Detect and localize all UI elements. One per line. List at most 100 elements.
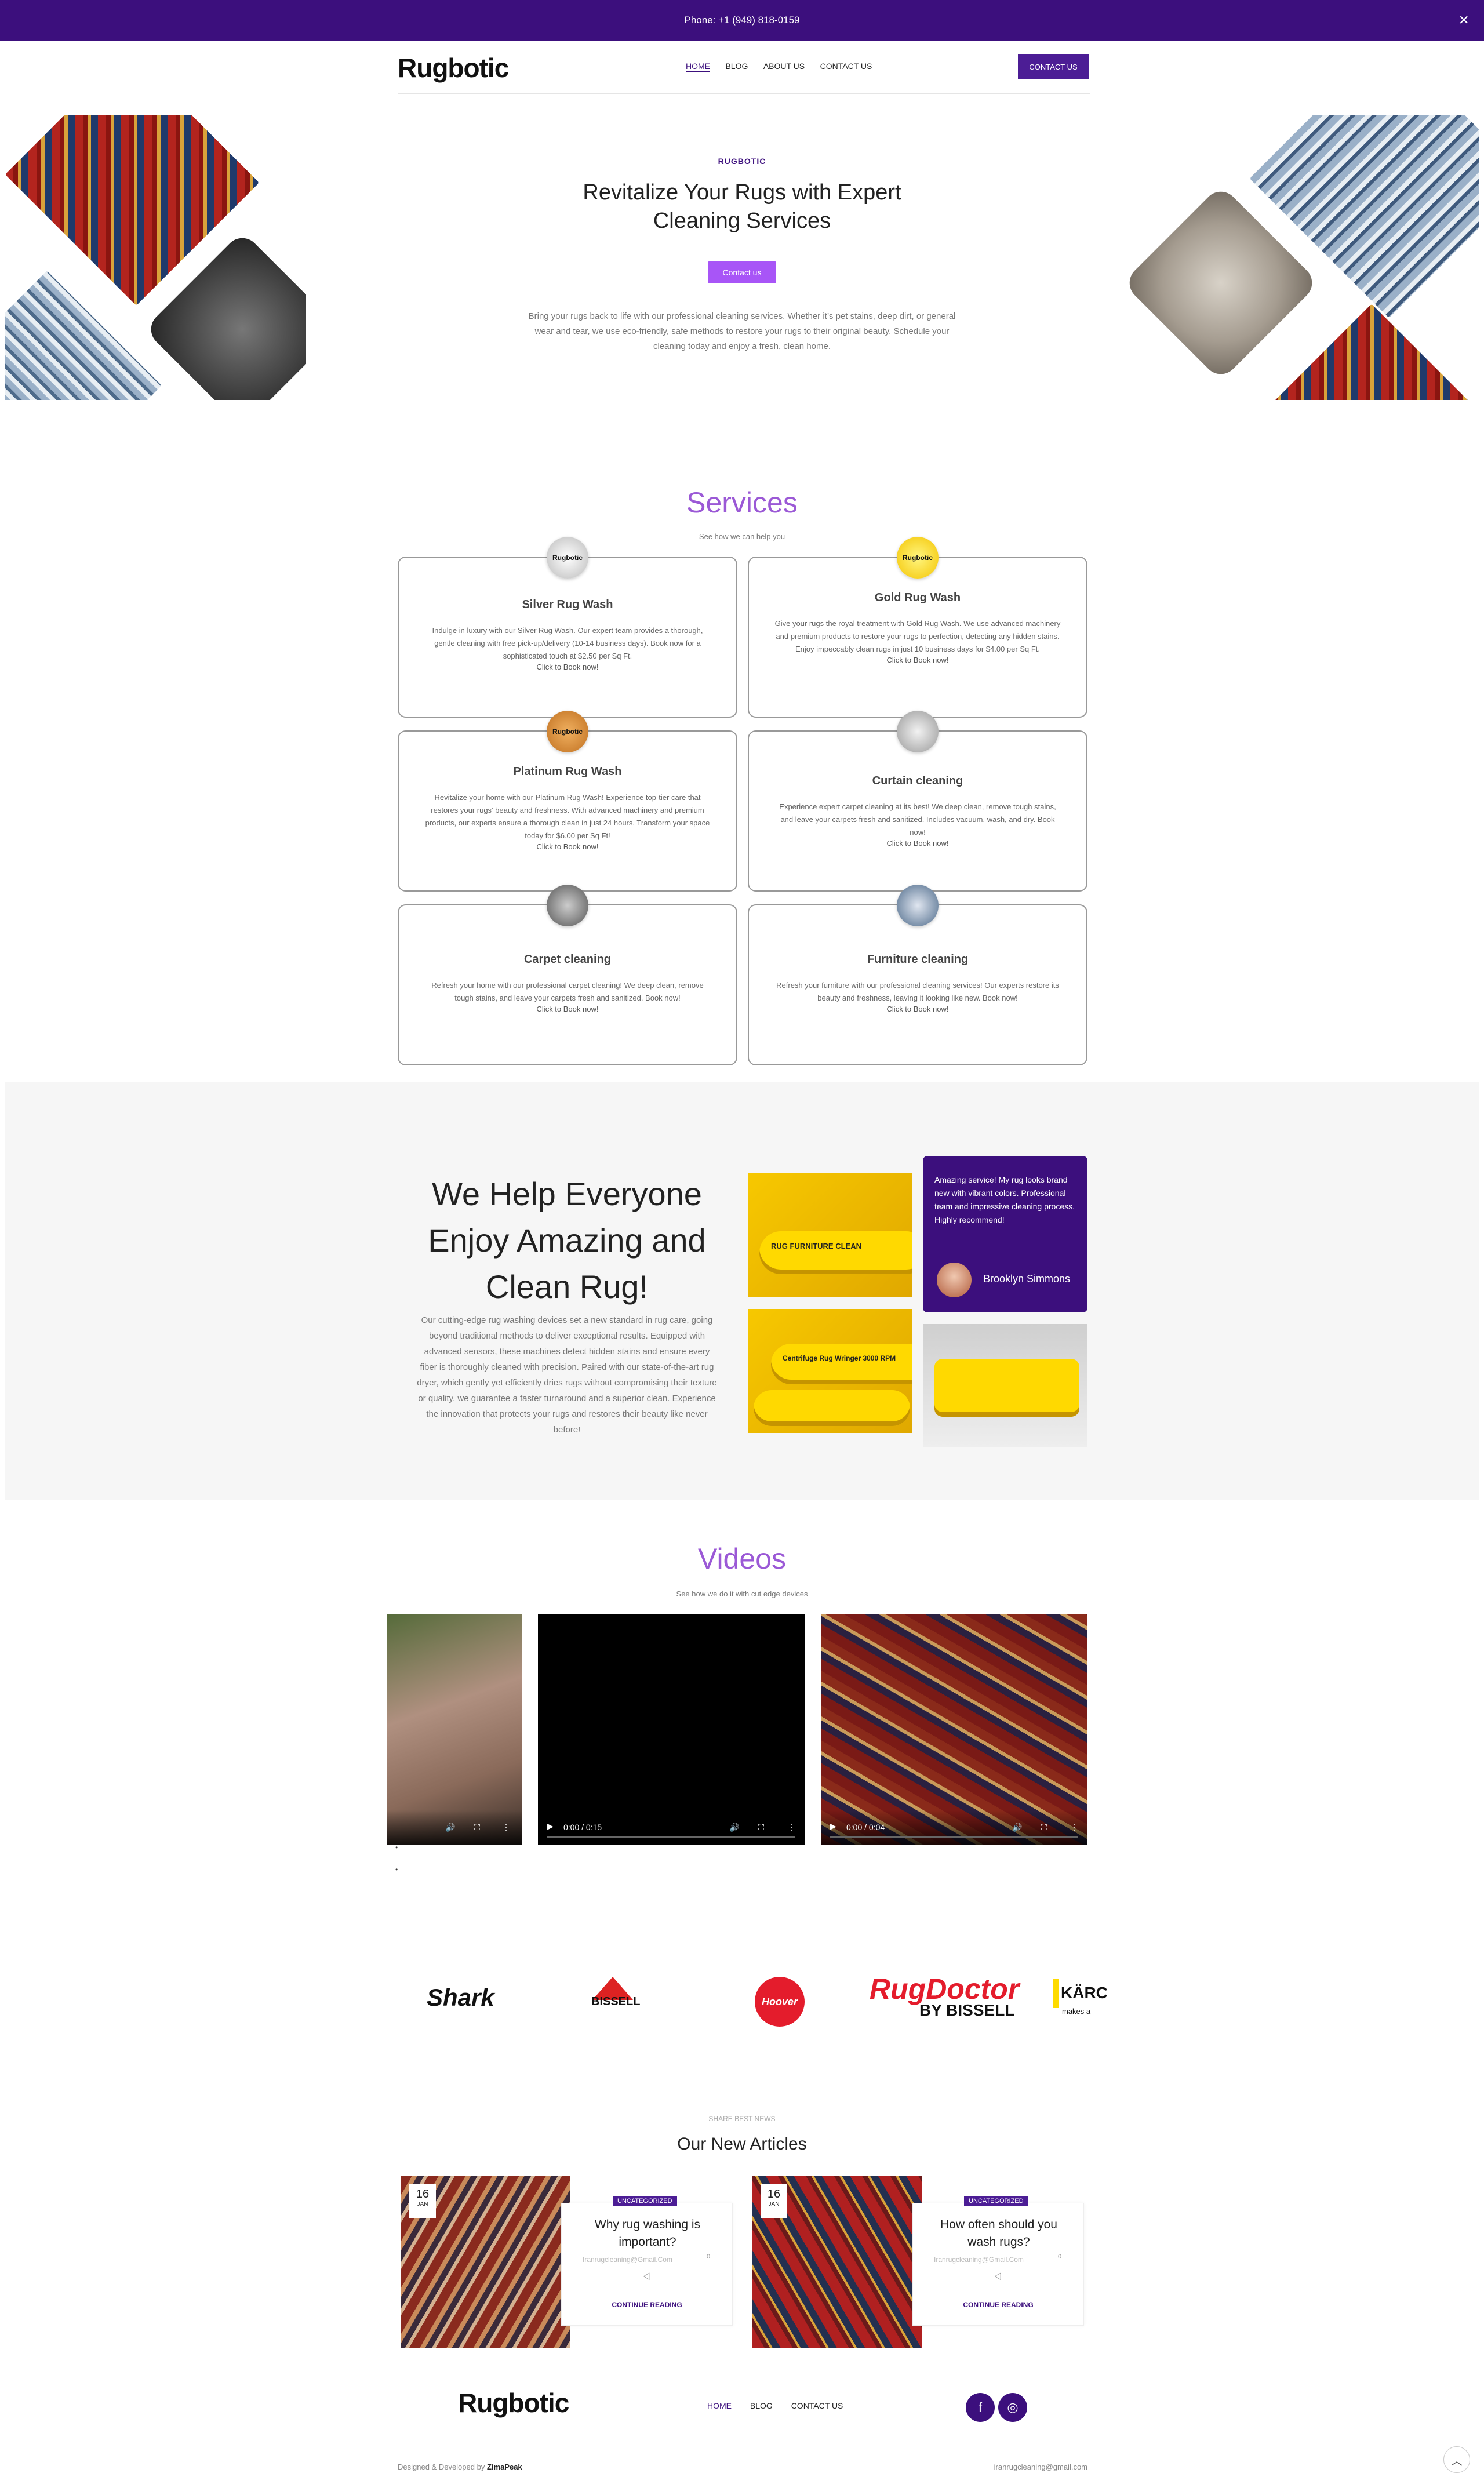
hero-contact-button[interactable]: Contact us <box>708 261 776 283</box>
play-icon[interactable]: ▶ <box>547 1821 554 1831</box>
footer-logo[interactable]: Rugbotic <box>458 2387 569 2418</box>
slider-dot[interactable]: • <box>395 1843 398 1852</box>
hero-rugs-left <box>5 115 306 400</box>
book-link[interactable]: Click to Book now! <box>749 839 1086 848</box>
karcher-text: KÄRC <box>1061 1984 1108 2002</box>
close-icon[interactable]: × <box>1458 10 1469 30</box>
silver-badge-icon: Rugbotic <box>547 537 588 579</box>
nav-contact[interactable]: CONTACT US <box>820 61 872 71</box>
testimonial-quote: Amazing service! My rug looks brand new … <box>934 1175 1075 1224</box>
karcher-tagline: makes a <box>1062 2007 1091 2016</box>
services-title: Services <box>686 486 798 519</box>
shark-logo: Shark <box>427 1984 494 2011</box>
book-link[interactable]: Click to Book now! <box>399 842 736 851</box>
share-icon[interactable]: ⩤ <box>994 2272 1002 2282</box>
videos-title: Videos <box>698 1543 786 1575</box>
service-desc: Refresh your furniture with our professi… <box>776 981 1059 1002</box>
service-card-silver[interactable]: Rugbotic Silver Rug Wash Indulge in luxu… <box>398 537 737 718</box>
slider-dot[interactable]: • <box>395 1865 398 1874</box>
bissell-sub-logo: BY BISSELL <box>919 2001 1015 2019</box>
nav-blog[interactable]: BLOG <box>725 61 748 71</box>
article-author[interactable]: Iranrugcleaning@Gmail.Com <box>583 2256 672 2264</box>
articles-title: Our New Articles <box>677 2134 807 2154</box>
video-progress[interactable] <box>830 1836 1078 1838</box>
article-title[interactable]: Why rug washing is important? <box>585 2216 710 2251</box>
share-icon[interactable]: ⩤ <box>643 2272 650 2282</box>
article-author[interactable]: Iranrugcleaning@Gmail.Com <box>934 2256 1024 2264</box>
machine-photo-2: Centrifuge Rug Wringer 3000 RPM <box>748 1309 912 1433</box>
fullscreen-icon[interactable]: ⛶ <box>758 1823 764 1832</box>
service-card-curtain[interactable]: Curtain cleaning Experience expert carpe… <box>748 711 1087 892</box>
date-day: 16 <box>767 2188 781 2201</box>
service-card-platinum[interactable]: Rugbotic Platinum Rug Wash Revitalize yo… <box>398 711 737 892</box>
bissell-logo: BISSELL <box>591 1995 641 2008</box>
carpet-cleaning-icon <box>547 885 588 926</box>
video-player-2[interactable]: ▶ 0:00 / 0:15 🔊 ⛶ ⋮ <box>538 1614 805 1845</box>
video-player-1[interactable]: 🔊 ⛶ ⋮ <box>387 1614 522 1845</box>
video-controls: 🔊 ⛶ ⋮ <box>387 1810 522 1845</box>
service-card-gold[interactable]: Rugbotic Gold Rug Wash Give your rugs th… <box>748 537 1087 718</box>
phone-text[interactable]: Phone: +1 (949) 818-0159 <box>685 14 800 26</box>
credit-name[interactable]: ZimaPeak <box>487 2463 522 2471</box>
more-icon[interactable]: ⋮ <box>787 1823 795 1832</box>
footer-nav-home[interactable]: HOME <box>707 2401 732 2410</box>
contact-us-button[interactable]: CONTACT US <box>1018 54 1089 79</box>
article-title[interactable]: How often should you wash rugs? <box>936 2216 1061 2251</box>
article-date: 16 JAN <box>761 2184 787 2218</box>
date-day: 16 <box>416 2188 430 2201</box>
nav-home[interactable]: HOME <box>686 61 710 72</box>
curtain-cleaning-icon <box>897 711 939 752</box>
machine-sub-label: Centrifuge Rug Wringer 3000 RPM <box>783 1354 896 1362</box>
footer-nav-contact[interactable]: CONTACT US <box>791 2401 843 2410</box>
book-link[interactable]: Click to Book now! <box>749 1005 1086 1013</box>
article-image-1[interactable]: 16 JAN <box>401 2176 570 2348</box>
article-tag[interactable]: UNCATEGORIZED <box>964 2196 1028 2206</box>
scroll-top-icon[interactable]: ︿ <box>1443 2446 1470 2473</box>
facebook-icon[interactable]: f <box>966 2393 995 2422</box>
video-progress[interactable] <box>547 1836 795 1838</box>
more-icon[interactable]: ⋮ <box>502 1823 510 1832</box>
machine-body <box>934 1359 1079 1417</box>
service-card-carpet[interactable]: Carpet cleaning Refresh your home with o… <box>398 885 737 1065</box>
nav-about[interactable]: ABOUT US <box>763 61 805 71</box>
logo[interactable]: Rugbotic <box>398 52 509 83</box>
testimonial-card: Amazing service! My rug looks brand new … <box>923 1156 1087 1312</box>
article-date: 16 JAN <box>409 2184 436 2218</box>
continue-reading-link[interactable]: CONTINUE READING <box>562 2301 732 2309</box>
service-title: Platinum Rug Wash <box>513 765 622 778</box>
service-card-furniture[interactable]: Furniture cleaning Refresh your furnitur… <box>748 885 1087 1065</box>
comments-icon[interactable]: 0 <box>707 2253 710 2260</box>
hero-title: Revitalize Your Rugs with Expert Cleanin… <box>583 180 901 234</box>
article-tag[interactable]: UNCATEGORIZED <box>613 2196 677 2206</box>
footer-email[interactable]: iranrugcleaning@gmail.com <box>974 2463 1087 2471</box>
article-image-2[interactable]: 16 JAN <box>752 2176 922 2348</box>
site-header: Rugbotic HOME BLOG ABOUT US CONTACT US C… <box>398 42 1090 94</box>
book-link[interactable]: Click to Book now! <box>399 663 736 671</box>
continue-reading-link[interactable]: CONTINUE READING <box>913 2301 1083 2309</box>
service-title: Furniture cleaning <box>867 953 969 966</box>
karcher-stripe <box>1053 1979 1059 2008</box>
fullscreen-icon[interactable]: ⛶ <box>1041 1823 1047 1832</box>
furniture-cleaning-icon <box>897 885 939 926</box>
video-player-3[interactable]: ▶ 0:00 / 0:04 🔊 ⛶ ⋮ <box>821 1614 1087 1845</box>
play-icon[interactable]: ▶ <box>830 1821 836 1831</box>
machine-photo-3 <box>923 1324 1087 1447</box>
more-icon[interactable]: ⋮ <box>1070 1823 1078 1832</box>
video-time: 0:00 / 0:15 <box>563 1823 602 1832</box>
fullscreen-icon[interactable]: ⛶ <box>474 1823 480 1832</box>
service-title: Curtain cleaning <box>872 774 963 787</box>
volume-icon[interactable]: 🔊 <box>729 1823 739 1832</box>
articles-eyebrow: SHARE BEST NEWS <box>708 2115 776 2123</box>
footer-nav-blog[interactable]: BLOG <box>750 2401 773 2410</box>
book-link[interactable]: Click to Book now! <box>749 656 1086 664</box>
volume-icon[interactable]: 🔊 <box>1012 1823 1022 1832</box>
volume-icon[interactable]: 🔊 <box>445 1823 455 1832</box>
service-desc: Give your rugs the royal treatment with … <box>774 619 1061 653</box>
comments-icon[interactable]: 0 <box>1058 2253 1061 2260</box>
service-desc: Revitalize your home with our Platinum R… <box>425 793 710 840</box>
date-month: JAN <box>417 2201 428 2207</box>
hero-eyebrow: RUGBOTIC <box>718 157 766 166</box>
instagram-icon[interactable]: ◎ <box>998 2393 1027 2422</box>
book-link[interactable]: Click to Book now! <box>399 1005 736 1013</box>
hoover-logo: Hoover <box>755 1977 805 2027</box>
